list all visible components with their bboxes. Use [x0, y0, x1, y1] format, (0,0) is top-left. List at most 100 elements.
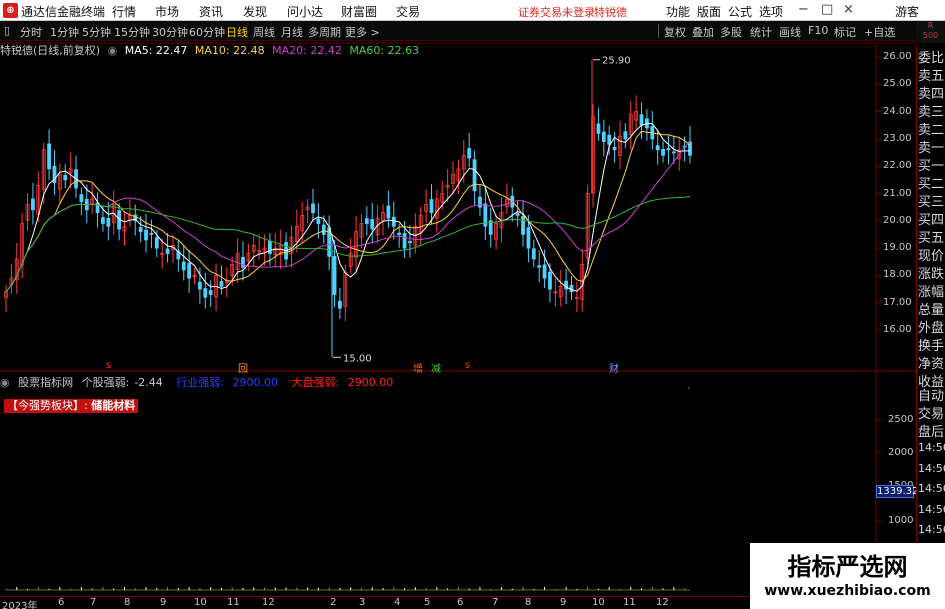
- indicator-name: 股票指标网: [18, 376, 74, 389]
- candle-body: [472, 159, 477, 192]
- order-book-item: 总量: [918, 303, 945, 318]
- candle-body: [219, 281, 224, 287]
- ma5-label: MA5: 22.47: [124, 44, 188, 57]
- order-book-item: 净资: [918, 357, 945, 372]
- candle-body: [429, 199, 434, 214]
- watermark-url: www.xuezhibiao.com: [764, 583, 931, 599]
- candle-body: [187, 263, 192, 279]
- candle-body: [531, 248, 536, 260]
- candle-body: [548, 271, 552, 290]
- order-book-item: 自动: [918, 389, 945, 404]
- candle-body: [332, 256, 337, 295]
- order-book-item: 委比: [918, 51, 945, 66]
- order-book-item: 卖二: [918, 123, 945, 138]
- low-price-label: 15.00: [343, 353, 372, 364]
- candle-body: [661, 149, 665, 156]
- hot-block-value: 储能材料: [91, 399, 136, 412]
- market-label: 大盘强弱:: [291, 376, 340, 389]
- settings-icon[interactable]: ◉: [108, 44, 118, 57]
- order-book-item: 买二: [918, 177, 945, 192]
- price-chart[interactable]: 25.90 15.00: [0, 0, 945, 609]
- order-book-item: 买三: [918, 195, 945, 210]
- hot-block-label: 【今强势板块】:: [7, 399, 88, 412]
- order-book-item: 卖四: [918, 87, 945, 102]
- order-book-panel: 委比 卖五 卖四 卖三 卖二 卖一 买一 买二 买三 买四 买五 现价 涨跌 涨幅 总量 外盘 换手 净资 收益 自动…: [916, 44, 945, 609]
- price-tick: 22.00: [883, 160, 912, 172]
- order-book-item: 卖一: [918, 141, 945, 156]
- date-month-label: 10: [592, 597, 605, 608]
- date-year: 2023年: [2, 601, 38, 609]
- date-month-label: 2: [330, 597, 337, 608]
- signal-decrease: 减: [431, 364, 441, 375]
- signal-finance: 财: [609, 364, 619, 375]
- price-tick: 18.00: [883, 269, 912, 281]
- candle-body: [203, 288, 208, 298]
- candle-body: [596, 123, 601, 134]
- order-book-item: 买五: [918, 231, 945, 246]
- order-book-item: 买一: [918, 159, 945, 174]
- order-book-item: 交易: [918, 407, 945, 422]
- candle-body: [639, 114, 644, 126]
- indicator-settings-icon[interactable]: ◉: [0, 376, 10, 389]
- signal-increase: 增: [413, 364, 423, 375]
- signal-s: s: [106, 360, 112, 371]
- date-month-label: 8: [525, 597, 532, 608]
- high-price-label: 25.90: [602, 56, 631, 67]
- candle-body: [364, 218, 369, 224]
- ma60-label: MA60: 22.63: [349, 44, 420, 57]
- candle-body: [338, 300, 342, 309]
- ma20-label: MA20: 22.42: [272, 44, 342, 57]
- candle-body: [478, 196, 482, 208]
- candle-body: [671, 151, 676, 154]
- candle-body: [402, 233, 407, 249]
- price-tick: 23.00: [883, 132, 912, 144]
- candle-body: [542, 264, 547, 279]
- price-tick: 25.00: [883, 78, 912, 90]
- candle-body: [144, 229, 148, 241]
- candle-body: [408, 241, 412, 244]
- date-month-label: 12: [262, 597, 275, 608]
- candle-body: [316, 218, 321, 224]
- order-book-item: 涨幅: [918, 285, 945, 300]
- price-tick: 24.00: [883, 105, 912, 117]
- date-month-label: 11: [623, 597, 636, 608]
- order-book-item: 外盘: [918, 321, 945, 336]
- price-tick: 21.00: [883, 187, 912, 199]
- candle-body: [154, 237, 159, 249]
- price-tick: 20.00: [883, 214, 912, 226]
- indicator-tick: 2500: [888, 414, 914, 425]
- order-book-item: 卖五: [918, 69, 945, 84]
- candle-body: [397, 232, 402, 235]
- candle-body: [101, 217, 105, 224]
- order-book-item: 盘后: [918, 425, 945, 440]
- candle-body: [79, 194, 84, 203]
- signal-return: 回: [238, 364, 248, 375]
- candle-body: [31, 198, 35, 211]
- candle-body: [63, 175, 68, 181]
- candle-body: [515, 213, 520, 216]
- candle-body: [666, 148, 671, 151]
- ma-info-line: 特锐德(日线,前复权) ◉ MA5: 22.47 MA10: 22.48 MA2…: [0, 42, 423, 57]
- price-tick: 17.00: [883, 296, 912, 308]
- candle-body: [521, 216, 525, 235]
- date-month-label: 6: [58, 597, 65, 608]
- candle-body: [165, 248, 170, 254]
- candle-body: [370, 219, 375, 230]
- candle-body: [537, 265, 542, 268]
- tick-time-item: 14:56: [918, 502, 945, 516]
- candle-body: [386, 205, 391, 219]
- date-month-label: 4: [394, 597, 401, 608]
- date-month-label: 5: [424, 597, 431, 608]
- candle-body: [623, 131, 628, 140]
- candle-body: [241, 257, 245, 268]
- candle-body: [106, 217, 111, 227]
- candle-body: [311, 203, 315, 214]
- date-month-label: 8: [124, 597, 131, 608]
- strength-value: -2.44: [134, 376, 163, 389]
- tick-time-item: 14:56: [918, 523, 945, 536]
- candle-body: [149, 233, 154, 235]
- ma10-label: MA10: 22.48: [194, 44, 265, 57]
- candle-body: [607, 134, 612, 145]
- tick-time-item: 14:56: [918, 441, 945, 454]
- signal-s: s: [465, 360, 471, 371]
